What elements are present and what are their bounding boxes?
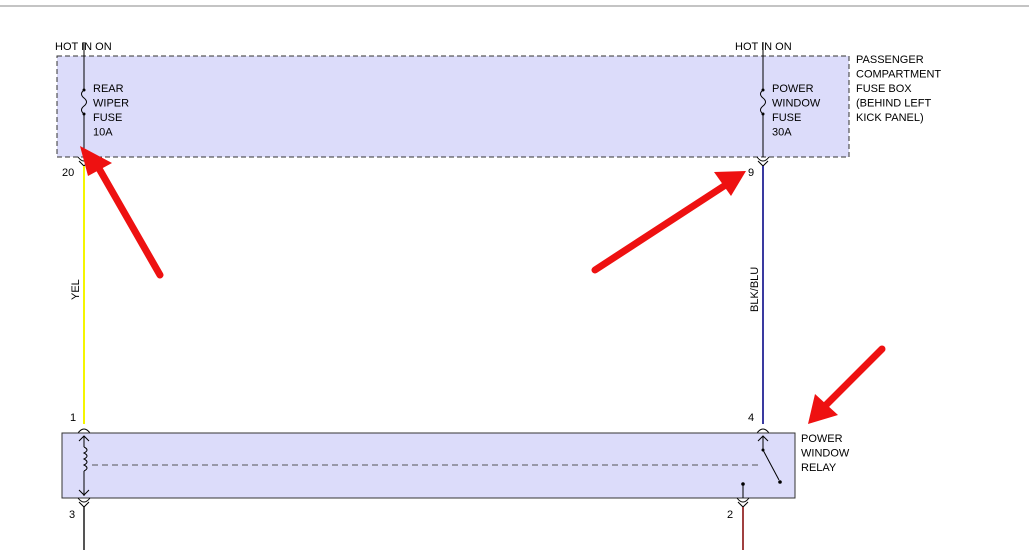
pin-1-label: 1 <box>70 412 76 424</box>
pin-20-label: 20 <box>62 167 74 179</box>
blk-blu-wire-label: BLK/BLU <box>749 267 761 312</box>
pin-9-label: 9 <box>748 167 754 179</box>
annotation-arrow-right <box>808 345 886 424</box>
connector-pin-4-symbol <box>756 428 770 434</box>
label-line: RELAY <box>801 462 837 474</box>
pin-3-label: 3 <box>69 509 75 521</box>
label-line: FUSE BOX <box>856 83 912 95</box>
connector-pin-3-chevron <box>78 501 90 508</box>
label-line: PASSENGER <box>856 54 924 66</box>
rear-wiper-fuse-dot-top <box>82 88 86 92</box>
label-line: REAR <box>93 83 124 95</box>
relay-switch-contact <box>778 480 782 484</box>
connector-pin-2-symbol <box>736 497 750 503</box>
label-line: 30A <box>772 127 792 139</box>
label-line: WINDOW <box>801 448 850 460</box>
label-line: 10A <box>93 127 113 139</box>
pin-4-label: 4 <box>748 412 754 424</box>
label-line: FUSE <box>93 112 122 124</box>
fuse-box-name-label: PASSENGER COMPARTMENT FUSE BOX (BEHIND LEFT… <box>856 54 941 124</box>
yel-wire-label: YEL <box>70 279 82 300</box>
label-line: POWER <box>801 433 843 445</box>
power-window-fuse-dot-top <box>761 88 765 92</box>
label-line: KICK PANEL) <box>856 112 924 124</box>
connector-pin-9-symbol <box>756 156 770 162</box>
fuse-box-rect <box>56 55 850 158</box>
hot-in-on-left-label: HOT IN ON <box>55 41 112 53</box>
annotation-arrow-middle <box>591 171 746 274</box>
label-line: WINDOW <box>772 98 821 110</box>
connector-pin-3-symbol <box>77 497 91 503</box>
annotation-arrow-left <box>80 146 164 279</box>
label-line: FUSE <box>772 112 801 124</box>
wiring-diagram: HOT IN ON HOT IN ON REAR WIPER FUSE 10A POW… <box>0 5 1029 550</box>
pin-2-label: 2 <box>727 509 733 521</box>
connector-pin-2-chevron <box>737 501 749 508</box>
label-line: POWER <box>772 83 814 95</box>
label-line: COMPARTMENT <box>856 69 941 81</box>
connector-pin-9-chevron <box>757 160 769 167</box>
relay-name-label: POWER WINDOW RELAY <box>801 433 850 474</box>
connector-pin-1-symbol <box>77 428 91 434</box>
label-line: (BEHIND LEFT <box>856 98 931 110</box>
label-line: WIPER <box>93 98 129 110</box>
